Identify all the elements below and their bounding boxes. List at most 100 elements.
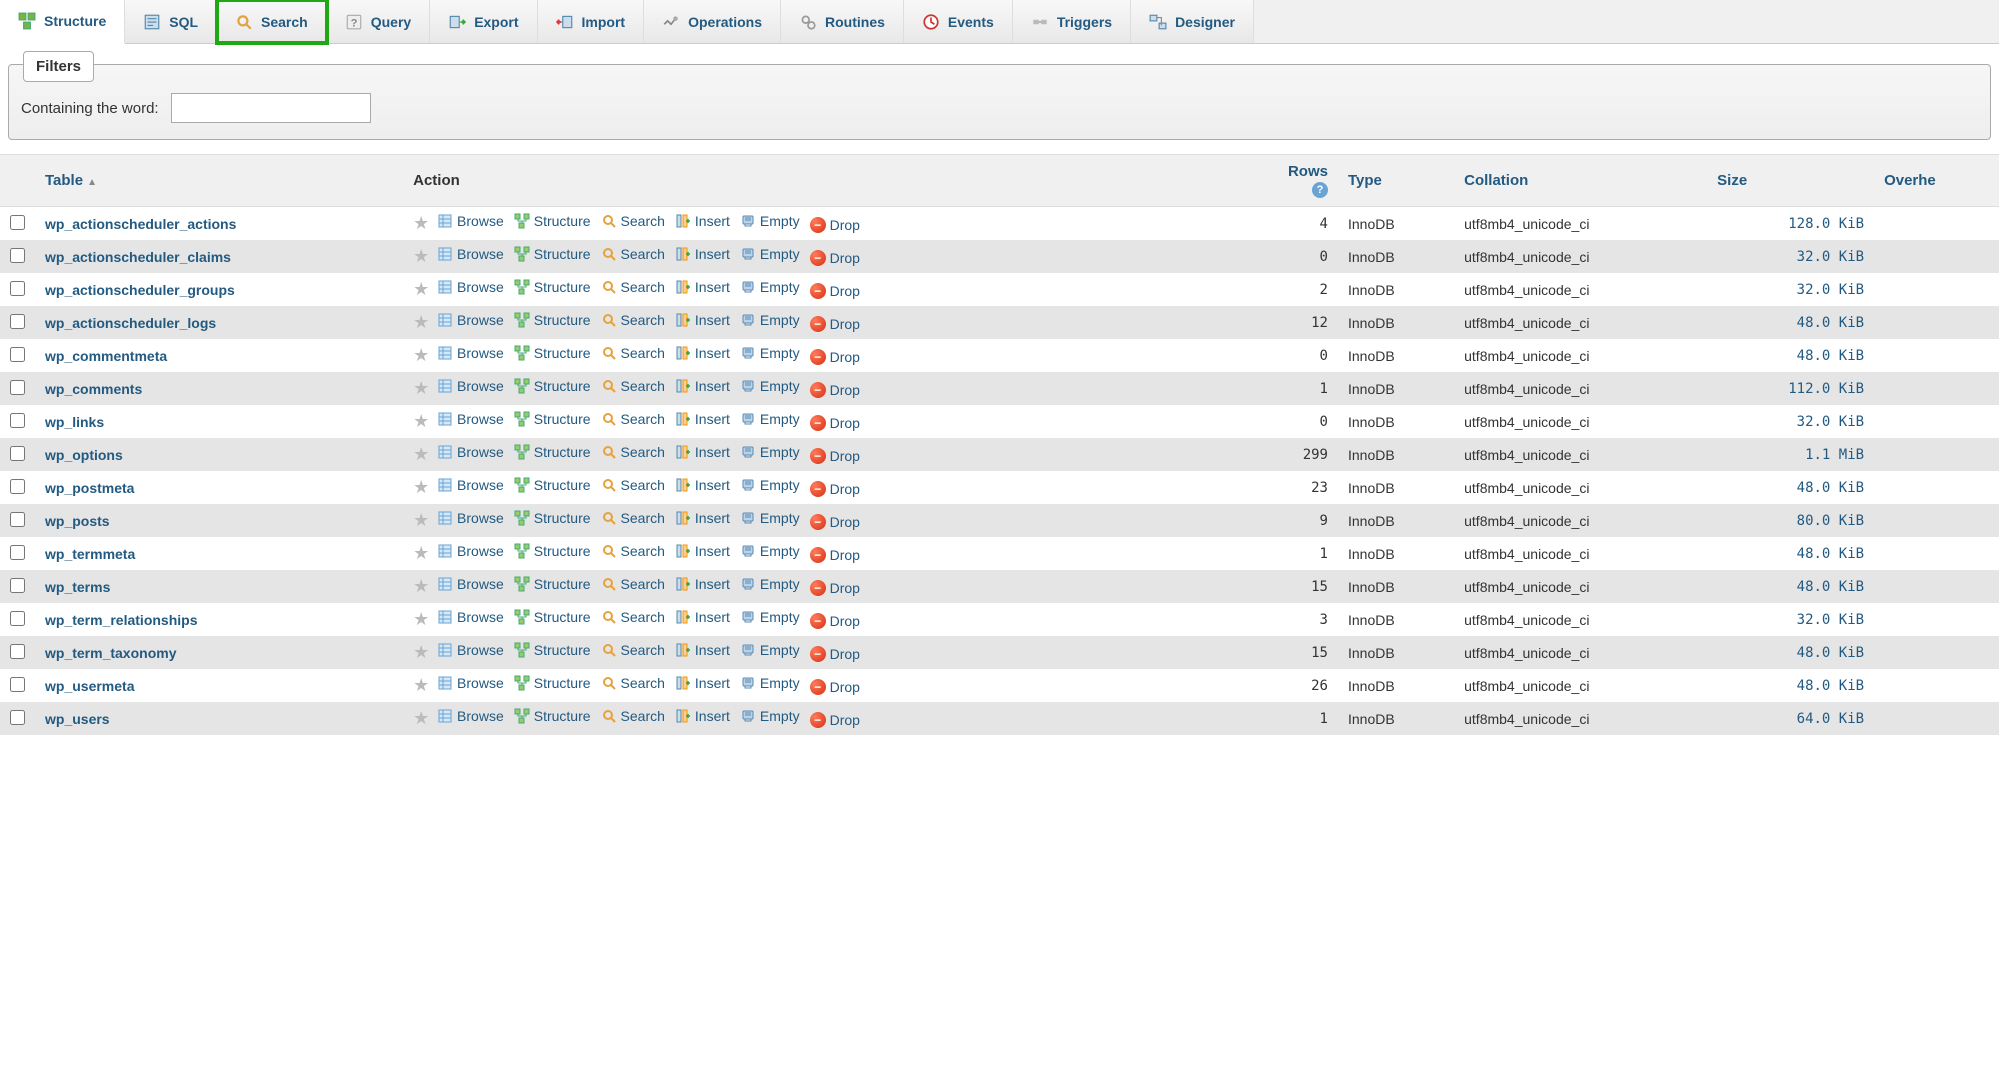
- empty-action[interactable]: Empty: [740, 378, 800, 394]
- structure-action[interactable]: Structure: [514, 246, 591, 262]
- empty-action[interactable]: Empty: [740, 213, 800, 229]
- empty-action[interactable]: Empty: [740, 246, 800, 262]
- favorite-star[interactable]: ★: [413, 675, 429, 695]
- structure-action[interactable]: Structure: [514, 345, 591, 361]
- structure-action[interactable]: Structure: [514, 378, 591, 394]
- table-name-link[interactable]: wp_actionscheduler_claims: [45, 249, 231, 265]
- tab-triggers[interactable]: Triggers: [1013, 0, 1131, 43]
- tab-operations[interactable]: Operations: [644, 0, 781, 43]
- insert-action[interactable]: Insert: [675, 312, 730, 328]
- tab-export[interactable]: Export: [430, 0, 537, 43]
- favorite-star[interactable]: ★: [413, 444, 429, 464]
- empty-action[interactable]: Empty: [740, 312, 800, 328]
- favorite-star[interactable]: ★: [413, 642, 429, 662]
- browse-action[interactable]: Browse: [437, 312, 504, 328]
- search-action[interactable]: Search: [601, 609, 665, 625]
- browse-action[interactable]: Browse: [437, 477, 504, 493]
- browse-action[interactable]: Browse: [437, 675, 504, 691]
- browse-action[interactable]: Browse: [437, 708, 504, 724]
- tab-import[interactable]: Import: [538, 0, 645, 43]
- insert-action[interactable]: Insert: [675, 411, 730, 427]
- search-action[interactable]: Search: [601, 675, 665, 691]
- empty-action[interactable]: Empty: [740, 510, 800, 526]
- search-action[interactable]: Search: [601, 213, 665, 229]
- drop-action[interactable]: −Drop: [810, 283, 860, 299]
- empty-action[interactable]: Empty: [740, 576, 800, 592]
- search-action[interactable]: Search: [601, 378, 665, 394]
- insert-action[interactable]: Insert: [675, 510, 730, 526]
- table-name-link[interactable]: wp_commentmeta: [45, 348, 167, 364]
- col-table[interactable]: Table▲: [35, 155, 403, 207]
- structure-action[interactable]: Structure: [514, 477, 591, 493]
- search-action[interactable]: Search: [601, 510, 665, 526]
- row-checkbox[interactable]: [10, 611, 25, 626]
- drop-action[interactable]: −Drop: [810, 646, 860, 662]
- insert-action[interactable]: Insert: [675, 345, 730, 361]
- drop-action[interactable]: −Drop: [810, 415, 860, 431]
- table-name-link[interactable]: wp_term_taxonomy: [45, 645, 176, 661]
- col-size[interactable]: Size: [1707, 155, 1874, 207]
- structure-action[interactable]: Structure: [514, 411, 591, 427]
- filter-input[interactable]: [171, 93, 371, 123]
- browse-action[interactable]: Browse: [437, 543, 504, 559]
- row-checkbox[interactable]: [10, 215, 25, 230]
- empty-action[interactable]: Empty: [740, 477, 800, 493]
- col-overhead[interactable]: Overhe: [1874, 155, 1999, 207]
- favorite-star[interactable]: ★: [413, 708, 429, 728]
- structure-action[interactable]: Structure: [514, 312, 591, 328]
- empty-action[interactable]: Empty: [740, 411, 800, 427]
- browse-action[interactable]: Browse: [437, 378, 504, 394]
- search-action[interactable]: Search: [601, 444, 665, 460]
- drop-action[interactable]: −Drop: [810, 679, 860, 695]
- drop-action[interactable]: −Drop: [810, 448, 860, 464]
- favorite-star[interactable]: ★: [413, 213, 429, 233]
- drop-action[interactable]: −Drop: [810, 382, 860, 398]
- tab-sql[interactable]: SQL: [125, 0, 217, 43]
- insert-action[interactable]: Insert: [675, 609, 730, 625]
- tab-routines[interactable]: Routines: [781, 0, 904, 43]
- browse-action[interactable]: Browse: [437, 609, 504, 625]
- drop-action[interactable]: −Drop: [810, 349, 860, 365]
- structure-action[interactable]: Structure: [514, 609, 591, 625]
- drop-action[interactable]: −Drop: [810, 514, 860, 530]
- favorite-star[interactable]: ★: [413, 345, 429, 365]
- drop-action[interactable]: −Drop: [810, 250, 860, 266]
- drop-action[interactable]: −Drop: [810, 547, 860, 563]
- tab-search[interactable]: Search: [217, 0, 327, 43]
- favorite-star[interactable]: ★: [413, 576, 429, 596]
- tab-designer[interactable]: Designer: [1131, 0, 1254, 43]
- table-name-link[interactable]: wp_term_relationships: [45, 612, 198, 628]
- drop-action[interactable]: −Drop: [810, 481, 860, 497]
- favorite-star[interactable]: ★: [413, 609, 429, 629]
- row-checkbox[interactable]: [10, 479, 25, 494]
- insert-action[interactable]: Insert: [675, 675, 730, 691]
- empty-action[interactable]: Empty: [740, 609, 800, 625]
- browse-action[interactable]: Browse: [437, 642, 504, 658]
- browse-action[interactable]: Browse: [437, 213, 504, 229]
- search-action[interactable]: Search: [601, 312, 665, 328]
- tab-query[interactable]: ?Query: [327, 0, 430, 43]
- browse-action[interactable]: Browse: [437, 576, 504, 592]
- row-checkbox[interactable]: [10, 248, 25, 263]
- structure-action[interactable]: Structure: [514, 510, 591, 526]
- table-name-link[interactable]: wp_posts: [45, 513, 110, 529]
- col-type[interactable]: Type: [1338, 155, 1454, 207]
- insert-action[interactable]: Insert: [675, 708, 730, 724]
- row-checkbox[interactable]: [10, 512, 25, 527]
- table-name-link[interactable]: wp_termmeta: [45, 546, 135, 562]
- insert-action[interactable]: Insert: [675, 213, 730, 229]
- search-action[interactable]: Search: [601, 477, 665, 493]
- search-action[interactable]: Search: [601, 279, 665, 295]
- tab-structure[interactable]: Structure: [0, 0, 125, 44]
- row-checkbox[interactable]: [10, 545, 25, 560]
- favorite-star[interactable]: ★: [413, 246, 429, 266]
- structure-action[interactable]: Structure: [514, 213, 591, 229]
- favorite-star[interactable]: ★: [413, 510, 429, 530]
- structure-action[interactable]: Structure: [514, 576, 591, 592]
- row-checkbox[interactable]: [10, 380, 25, 395]
- table-name-link[interactable]: wp_usermeta: [45, 678, 134, 694]
- search-action[interactable]: Search: [601, 576, 665, 592]
- empty-action[interactable]: Empty: [740, 642, 800, 658]
- favorite-star[interactable]: ★: [413, 279, 429, 299]
- search-action[interactable]: Search: [601, 708, 665, 724]
